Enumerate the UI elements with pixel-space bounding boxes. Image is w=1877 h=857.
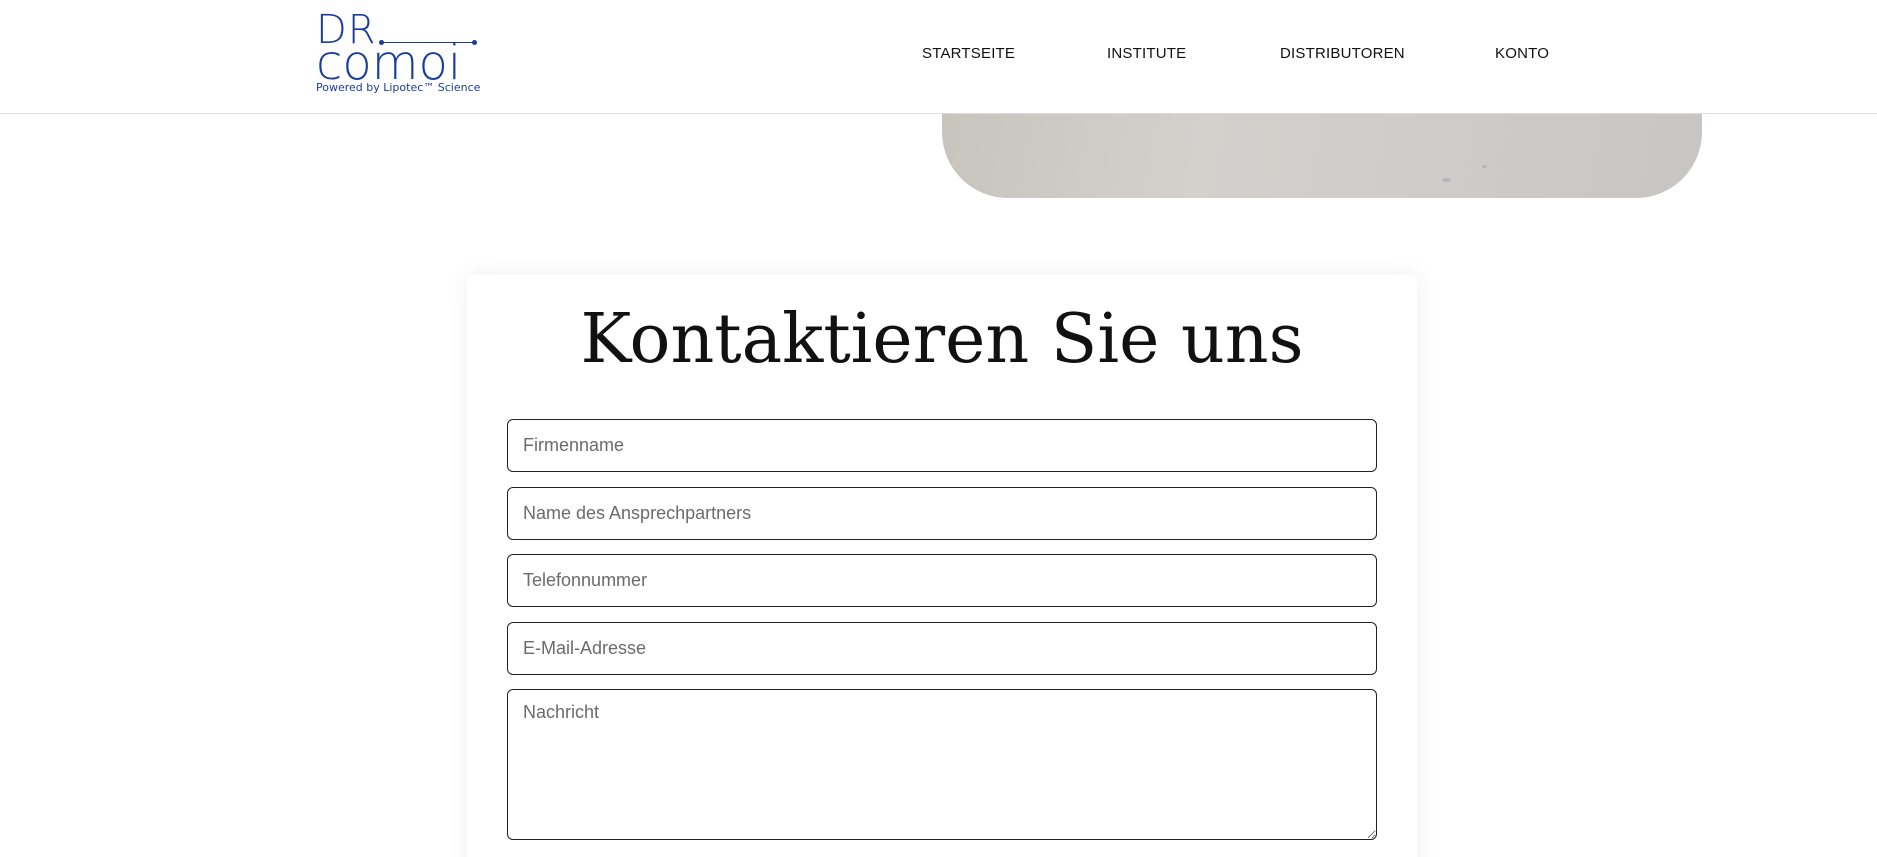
contact-person-input[interactable] (507, 487, 1377, 540)
nav-item-konto[interactable]: KONTO (1495, 44, 1549, 64)
phone-input[interactable] (507, 554, 1377, 607)
logo-comoi-text: comoi (316, 35, 462, 91)
logo[interactable]: DR comoi Powered by Lipotec™ Science (316, 10, 486, 96)
nav-item-startseite[interactable]: STARTSEITE (922, 44, 1015, 64)
logo-dot-icon (472, 40, 477, 45)
message-textarea[interactable] (507, 689, 1377, 840)
hero-image-texture (1442, 178, 1451, 182)
page: DR comoi Powered by Lipotec™ Science STA… (0, 0, 1877, 857)
logo-tagline: Powered by Lipotec™ Science (316, 81, 481, 94)
email-input[interactable] (507, 622, 1377, 675)
nav-item-distributoren[interactable]: DISTRIBUTOREN (1280, 44, 1405, 64)
contact-title: Kontaktieren Sie uns (580, 300, 1304, 379)
contact-form-card: Kontaktieren Sie uns (467, 275, 1417, 857)
site-header: DR comoi Powered by Lipotec™ Science STA… (0, 0, 1877, 114)
hero-image-texture (1482, 165, 1487, 168)
nav-item-institute[interactable]: INSTITUTE (1107, 44, 1186, 64)
company-name-input[interactable] (507, 419, 1377, 472)
